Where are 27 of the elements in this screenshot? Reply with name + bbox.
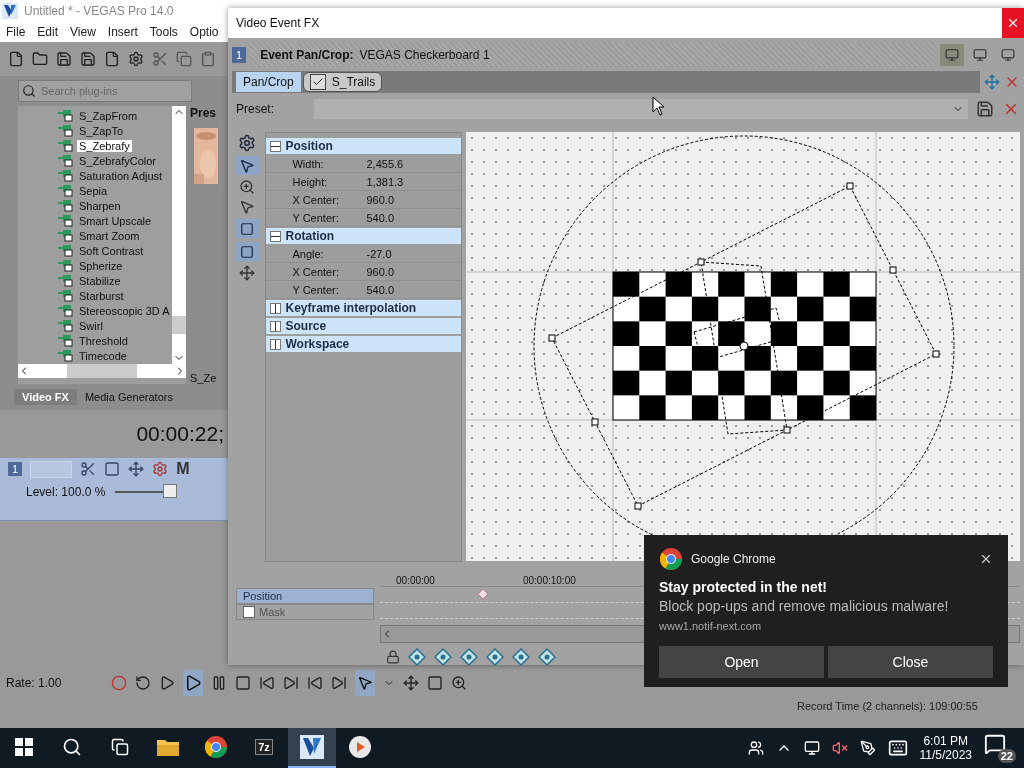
event-name: VEGAS Checkerboard 1 — [359, 48, 490, 62]
rate-label: Rate: 1.00 — [6, 676, 62, 690]
ruler-time: 00:00:10:00 — [522, 575, 576, 586]
track-number: 1 — [8, 462, 23, 476]
preset-label: Preset: — [235, 102, 275, 116]
property-label: Y Center: — [291, 283, 340, 296]
property-label: X Center: — [291, 193, 340, 206]
notification-count: 22 — [997, 749, 1016, 763]
event-label: Event Pan/Crop: — [260, 48, 354, 62]
preset-caption: S_Ze — [190, 372, 218, 384]
record-time-status: Record Time (2 channels): 109:00:55 — [797, 700, 979, 712]
property-label: Angle: — [291, 247, 325, 260]
property-label: Width: — [291, 157, 325, 170]
level-label: Level: 100.0 % — [26, 485, 106, 499]
notification-body: Block pop-ups and remove malicious malware! — [659, 598, 950, 614]
property-label: Height: — [291, 175, 329, 188]
property-label: Y Center: — [291, 211, 340, 224]
window-title: Video Event FX — [236, 16, 320, 30]
preset-header: Pres — [190, 106, 218, 120]
time-display: 00:00:22; — [136, 422, 224, 446]
ruler-time: 00:00:00 — [396, 575, 435, 586]
notification-source: www1.notif-next.com — [659, 620, 763, 632]
notification-app: Google Chrome — [691, 552, 777, 566]
notification-title: Stay protected in the net! — [659, 579, 829, 595]
window-title: Untitled * - VEGAS Pro 14.0 — [24, 4, 174, 18]
property-label: X Center: — [291, 265, 340, 278]
track-badge: 1 — [232, 47, 247, 63]
